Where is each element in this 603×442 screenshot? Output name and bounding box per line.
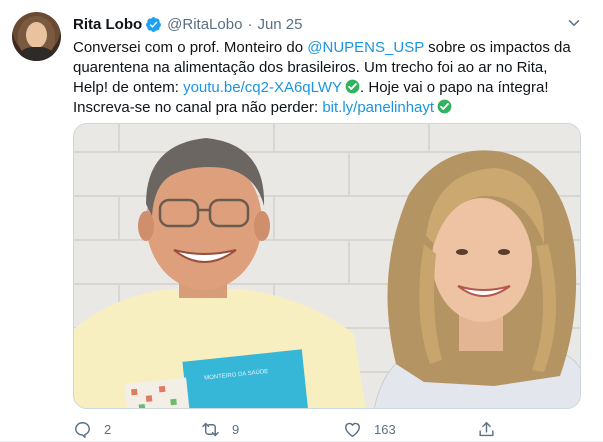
check-emoji-icon (437, 99, 452, 114)
author-handle[interactable]: @RitaLobo (167, 16, 242, 33)
check-emoji-icon (345, 79, 360, 94)
tweet: Rita Lobo @RitaLobo · Jun 25 Conversei c… (0, 0, 603, 442)
header-separator: · (247, 15, 253, 33)
share-icon (479, 421, 494, 436)
tweet-actions: 2 9 163 (73, 418, 513, 440)
like-icon (345, 422, 360, 437)
avatar[interactable] (12, 12, 61, 61)
avatar-body (20, 47, 53, 61)
photo-illustration: MONTEIRO DA SAÚDE (74, 124, 580, 408)
verified-badge-icon (146, 16, 162, 32)
author-name[interactable]: Rita Lobo (73, 16, 142, 33)
tweet-header: Rita Lobo @RitaLobo · Jun 25 (73, 13, 302, 35)
like-button[interactable]: 163 (343, 418, 396, 440)
reply-icon (75, 421, 90, 438)
reply-button[interactable]: 2 (73, 418, 111, 440)
avatar-face (26, 22, 47, 48)
like-count: 163 (374, 421, 396, 437)
bitly-link[interactable]: bit.ly/panelinhayt (322, 99, 434, 116)
chevron-down-icon[interactable] (565, 14, 583, 32)
retweet-icon (202, 422, 219, 436)
tweet-text: Conversei com o prof. Monteiro do @NUPEN… (73, 38, 585, 118)
text-part: Conversei com o prof. Monteiro do (73, 39, 308, 56)
share-button[interactable] (477, 418, 496, 440)
youtube-link[interactable]: youtu.be/cq2-XA6qLWY (183, 79, 342, 96)
tweet-date[interactable]: Jun 25 (257, 16, 302, 33)
mention-link[interactable]: @NUPENS_USP (307, 39, 424, 56)
tweet-photo[interactable]: MONTEIRO DA SAÚDE (73, 123, 581, 409)
retweet-count: 9 (232, 421, 240, 437)
retweet-button[interactable]: 9 (201, 418, 239, 440)
reply-count: 2 (104, 421, 112, 437)
